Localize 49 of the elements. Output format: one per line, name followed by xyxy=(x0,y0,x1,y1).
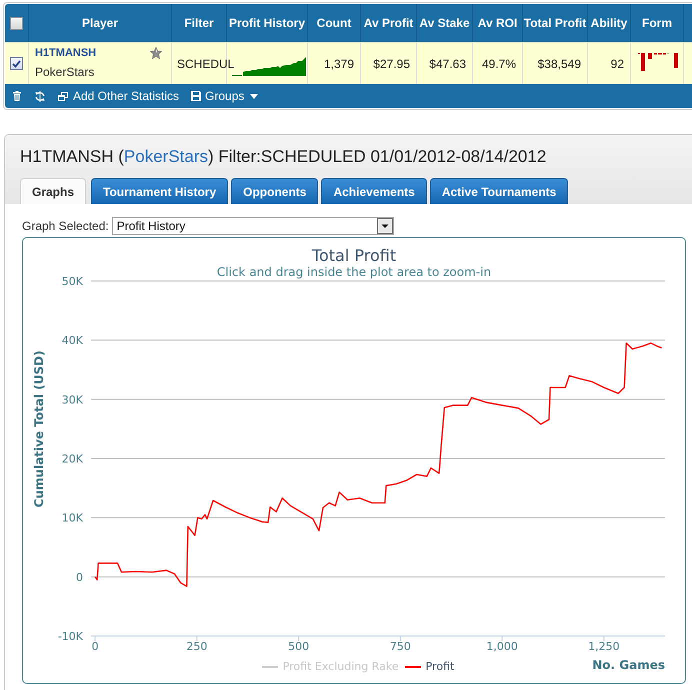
x-tick-label: 0 xyxy=(92,640,99,653)
star-icon[interactable] xyxy=(150,47,162,59)
tab[interactable]: Tournament History xyxy=(91,178,228,204)
table-cell: $47.63 xyxy=(429,56,466,70)
tab[interactable]: Achievements xyxy=(321,178,427,204)
table-cell: $38,549 xyxy=(538,56,581,70)
row-checkbox[interactable] xyxy=(10,57,23,70)
form-bar xyxy=(648,53,652,59)
x-axis-title: No. Games xyxy=(592,658,665,672)
graph-select-label: Graph Selected: xyxy=(22,219,109,233)
chart-subtitle: Click and drag inside the plot area to zoom-in xyxy=(216,265,492,279)
check-icon xyxy=(12,60,21,68)
y-tick-label: 40K xyxy=(62,334,83,348)
floppy-icon xyxy=(191,91,202,101)
y-tick-label: 0 xyxy=(76,570,83,584)
x-tick-label: 1,000 xyxy=(486,640,518,653)
graph-select[interactable]: Profit History xyxy=(112,217,394,235)
player-link[interactable]: H1TMANSH xyxy=(35,47,96,60)
table-cell: 92 xyxy=(610,56,624,70)
page-title: H1TMANSH (PokerStars) Filter:SCHEDULED 01/01/2012-08/14/2012 xyxy=(20,147,548,167)
refresh-icon[interactable] xyxy=(35,90,45,102)
x-tick-label: 750 xyxy=(390,640,411,653)
form-bar xyxy=(674,53,678,68)
y-tick-label: 30K xyxy=(62,393,83,406)
y-tick-label: 20K xyxy=(62,452,83,466)
table-cell: 1,379 xyxy=(324,56,354,70)
x-tick-label: 500 xyxy=(288,640,310,653)
table-cell: 49.7% xyxy=(482,56,516,70)
table-cell: $27.95 xyxy=(373,56,410,70)
chart-title: Total Profit xyxy=(312,246,396,265)
windows-icon xyxy=(58,92,68,100)
site-name: PokerStars xyxy=(35,65,96,80)
groups-button[interactable]: Groups xyxy=(191,89,258,103)
trash-icon[interactable] xyxy=(13,91,21,101)
tab[interactable]: Active Tournaments xyxy=(430,178,568,204)
table-cell: SCHEDUL xyxy=(177,56,234,70)
legend-item[interactable]: Profit xyxy=(404,660,454,674)
y-tick-label: 10K xyxy=(62,512,83,525)
add-statistics-button[interactable]: Add Other Statistics xyxy=(58,89,180,103)
caret-icon xyxy=(250,94,258,98)
site-link[interactable]: PokerStars xyxy=(124,147,208,166)
tab[interactable]: Graphs xyxy=(20,178,86,204)
y-tick-label: -10K xyxy=(58,630,83,643)
y-axis-title: Cumulative Total (USD) xyxy=(32,350,46,508)
y-tick-label: 50K xyxy=(62,275,83,288)
x-tick-label: 250 xyxy=(186,640,208,653)
x-tick-label: 1,250 xyxy=(588,640,620,653)
tab[interactable]: Opponents xyxy=(231,178,318,204)
select-all-checkbox[interactable] xyxy=(10,16,23,30)
